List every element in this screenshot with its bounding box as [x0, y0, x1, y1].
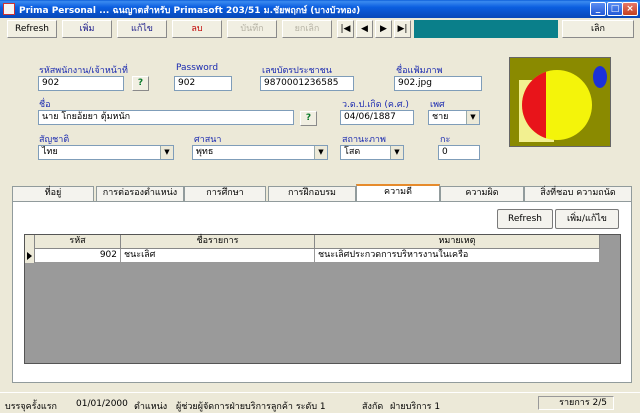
nationality-label: สัญชาติ — [39, 135, 70, 145]
photo-dot — [593, 66, 607, 88]
delete-button[interactable]: ลบ — [172, 20, 222, 38]
tab-offense[interactable]: ความผิด — [440, 186, 524, 201]
add-button[interactable]: เพิ่ม — [62, 20, 112, 38]
grid-cell-note[interactable]: ชนะเลิศประกวดการบริหารงานในเครือ — [315, 249, 600, 263]
children-field[interactable]: 0 — [438, 145, 480, 160]
status-dept: ฝ่ายบริการ 1 — [390, 402, 441, 412]
refresh-button[interactable]: Refresh — [7, 20, 57, 38]
photo-half-circle — [522, 70, 546, 140]
password-field[interactable]: 902 — [174, 76, 232, 91]
prev-record-button[interactable]: ◀ — [356, 20, 373, 38]
birth-label: ว.ด.ป.เกิด (ค.ศ.) — [342, 100, 409, 110]
religion-label: ศาสนา — [194, 135, 222, 145]
status-bar: บรรจุครั้งแรก 01/01/2000 ตำแหน่ง ผู้ช่วย… — [0, 392, 640, 413]
sex-value: ชาย — [432, 112, 449, 122]
tab-strip: ที่อยู่ การต่อรองตำแหน่ง การศึกษา การฝึก… — [12, 184, 632, 202]
status-label: สถานะภาพ — [342, 135, 386, 145]
tab-education[interactable]: การศึกษา — [184, 186, 266, 201]
status-start-label: บรรจุครั้งแรก — [5, 402, 57, 412]
status-position: ผู้ช่วยผู้จัดการฝ่ายบริการลูกค้า ระดับ 1 — [176, 402, 326, 412]
current-row-arrow-icon — [27, 252, 32, 260]
column-header-code[interactable]: รหัส — [35, 235, 121, 249]
toolbar-filler — [414, 20, 558, 38]
record-counter: รายการ 2/5 — [538, 396, 614, 410]
toolbar: Refresh เพิ่ม แก้ไข ลบ บันทึก ยกเลิก |◀ … — [0, 18, 640, 40]
name-field[interactable]: นาย โกยอ้ยยา ตุ้มหนัก — [38, 110, 294, 125]
nationality-value: ไทย — [42, 147, 58, 157]
photo-file-label: ชื่อแฟ้มภาพ — [396, 66, 443, 76]
merit-grid[interactable]: รหัส ชื่อรายการ หมายเหตุ 902 ชนะเลิศ ชนะ… — [24, 234, 621, 364]
tab-merit[interactable]: ความดี — [356, 184, 440, 202]
tab-interests[interactable]: สิ่งที่ชอบ ความถนัด — [524, 186, 632, 201]
column-header-note[interactable]: หมายเหตุ — [315, 235, 600, 249]
sex-select[interactable]: ชาย ▼ — [428, 110, 480, 125]
exit-button[interactable]: เลิก — [562, 20, 634, 38]
next-record-button[interactable]: ▶ — [375, 20, 392, 38]
close-button[interactable]: × — [622, 2, 638, 16]
tab-address[interactable]: ที่อยู่ — [12, 186, 94, 201]
nationality-select[interactable]: ไทย ▼ — [38, 145, 174, 160]
name-label: ชื่อ — [39, 100, 51, 110]
maximize-button[interactable]: □ — [607, 2, 623, 16]
grid-cell-item[interactable]: ชนะเลิศ — [121, 249, 315, 263]
first-record-button[interactable]: |◀ — [337, 20, 354, 38]
photo-file-field[interactable]: 902.jpg — [394, 76, 482, 91]
children-label: กะ — [440, 135, 451, 145]
marital-status-select[interactable]: โสด ▼ — [340, 145, 404, 160]
chevron-down-icon: ▼ — [466, 111, 479, 124]
grid-cell-code[interactable]: 902 — [35, 249, 121, 263]
password-label: Password — [176, 63, 219, 73]
tab-position[interactable]: การต่อรองตำแหน่ง — [96, 186, 184, 201]
status-position-label: ตำแหน่ง — [134, 402, 168, 412]
photo-circle — [522, 70, 592, 140]
birth-field[interactable]: 04/06/1887 — [340, 110, 414, 125]
employee-photo — [509, 57, 611, 147]
emp-id-label: รหัสพนักงาน/เจ้าหน้าที่ — [39, 66, 128, 76]
religion-select[interactable]: พุทธ ▼ — [192, 145, 328, 160]
name-lookup-button[interactable]: ? — [300, 111, 317, 126]
citizen-id-field[interactable]: 9870001236585 — [260, 76, 354, 91]
column-header-item[interactable]: ชื่อรายการ — [121, 235, 315, 249]
tab-training[interactable]: การฝึกอบรม — [268, 186, 356, 201]
app-icon — [3, 3, 15, 15]
edit-button[interactable]: แก้ไข — [117, 20, 167, 38]
chevron-down-icon: ▼ — [390, 146, 403, 159]
chevron-down-icon: ▼ — [314, 146, 327, 159]
emp-id-lookup-button[interactable]: ? — [132, 76, 149, 91]
row-indicator — [25, 235, 35, 263]
panel-refresh-button[interactable]: Refresh — [497, 209, 553, 229]
minimize-button[interactable]: _ — [590, 2, 606, 16]
panel-edit-button[interactable]: เพิ่ม/แก้ไข — [555, 209, 619, 229]
cancel-button[interactable]: ยกเลิก — [282, 20, 332, 38]
last-record-button[interactable]: ▶| — [394, 20, 411, 38]
emp-id-field[interactable]: 902 — [38, 76, 124, 91]
marital-status-value: โสด — [344, 147, 361, 157]
save-button[interactable]: บันทึก — [227, 20, 277, 38]
title-bar: Prima Personal ... ฉนญาตสำหรับ Primasoft… — [0, 0, 640, 18]
status-dept-label: สังกัด — [362, 402, 384, 412]
sex-label: เพศ — [430, 100, 445, 110]
religion-value: พุทธ — [196, 147, 214, 157]
chevron-down-icon: ▼ — [160, 146, 173, 159]
citizen-id-label: เลขบัตรประชาชน — [262, 66, 332, 76]
status-start-date: 01/01/2000 — [76, 399, 128, 409]
window-title: Prima Personal ... ฉนญาตสำหรับ Primasoft… — [19, 6, 361, 16]
